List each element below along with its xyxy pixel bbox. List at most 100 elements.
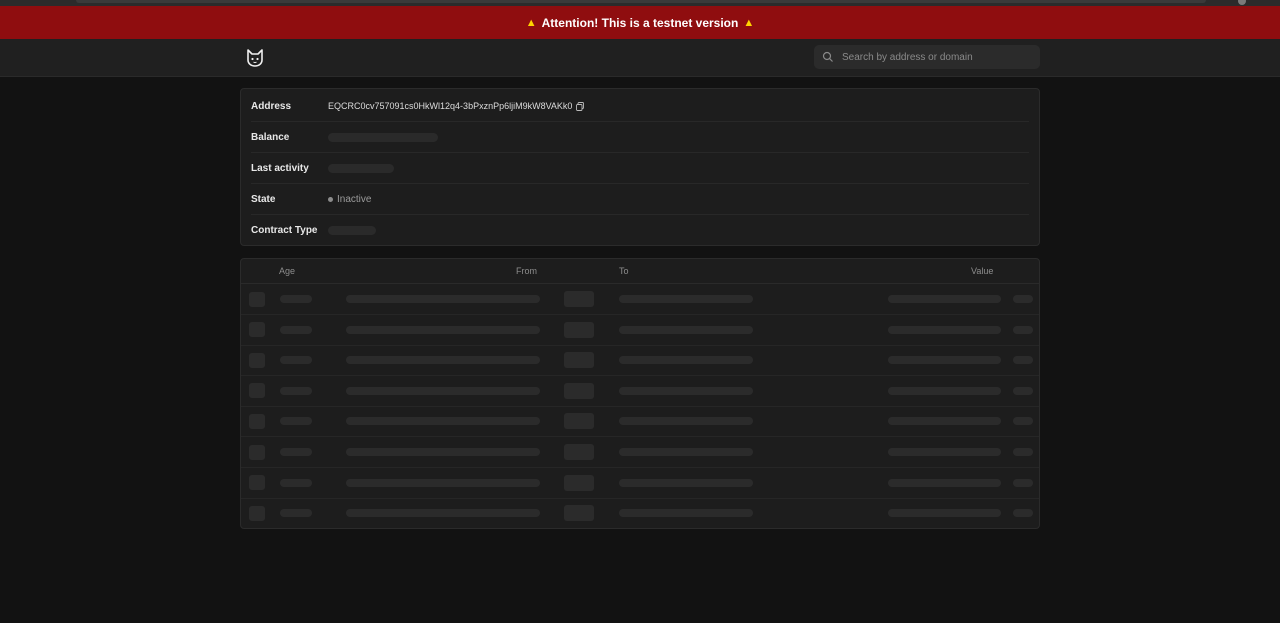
action-skeleton bbox=[1013, 509, 1033, 518]
value-skeleton bbox=[888, 478, 1001, 487]
age-skeleton bbox=[280, 478, 312, 487]
row-icon-skeleton bbox=[249, 475, 265, 491]
direction-badge-skeleton bbox=[564, 505, 594, 522]
browser-extension-icon bbox=[1238, 0, 1246, 5]
balance-loading-skeleton bbox=[328, 132, 438, 142]
action-skeleton bbox=[1013, 478, 1033, 487]
state-label: State bbox=[251, 193, 276, 205]
to-address-skeleton bbox=[619, 478, 753, 487]
age-skeleton bbox=[280, 417, 312, 426]
from-address-skeleton bbox=[346, 295, 540, 303]
last-activity-loading-skeleton bbox=[328, 163, 394, 173]
address-label: Address bbox=[251, 100, 292, 112]
row-icon-skeleton bbox=[249, 505, 265, 521]
to-address-skeleton bbox=[619, 325, 753, 334]
age-skeleton bbox=[280, 325, 312, 334]
search-box[interactable] bbox=[814, 45, 1040, 69]
from-address-skeleton bbox=[346, 478, 540, 487]
from-address-skeleton bbox=[346, 386, 540, 395]
value-skeleton bbox=[888, 448, 1001, 456]
table-row bbox=[241, 376, 1039, 407]
row-icon-skeleton bbox=[249, 413, 265, 429]
table-row bbox=[241, 315, 1039, 346]
warning-icon: ▲ bbox=[743, 16, 755, 29]
search-input[interactable] bbox=[840, 50, 1034, 64]
age-skeleton bbox=[280, 295, 312, 303]
value-skeleton bbox=[888, 295, 1001, 303]
state-indicator-dot bbox=[328, 196, 333, 202]
direction-badge-skeleton bbox=[564, 444, 594, 460]
action-skeleton bbox=[1013, 386, 1033, 395]
last-activity-label: Last activity bbox=[251, 162, 309, 174]
row-icon-skeleton bbox=[249, 291, 265, 307]
browser-address-bar bbox=[76, 0, 1206, 3]
column-header-age: Age bbox=[279, 266, 296, 276]
direction-badge-skeleton bbox=[564, 352, 594, 369]
action-skeleton bbox=[1013, 356, 1033, 365]
state-value: Inactive bbox=[337, 193, 372, 205]
table-row bbox=[241, 345, 1039, 377]
column-header-value: Value bbox=[971, 266, 994, 276]
warning-icon: ▲ bbox=[525, 16, 537, 29]
to-address-skeleton bbox=[619, 509, 753, 518]
value-skeleton bbox=[888, 325, 1001, 334]
banner-text: Attention! This is a testnet version bbox=[541, 15, 739, 30]
from-address-skeleton bbox=[346, 448, 540, 456]
table-row bbox=[241, 284, 1039, 315]
address-row: Address EQCRC0cv757091cs0HkWl12q4-3bPxzn… bbox=[251, 91, 1029, 122]
age-skeleton bbox=[280, 509, 312, 518]
balance-row: Balance bbox=[251, 122, 1029, 153]
row-icon-skeleton bbox=[249, 383, 265, 399]
direction-badge-skeleton bbox=[564, 474, 594, 491]
action-skeleton bbox=[1013, 295, 1033, 303]
value-skeleton bbox=[888, 509, 1001, 518]
from-address-skeleton bbox=[346, 509, 540, 518]
direction-badge-skeleton bbox=[564, 291, 594, 307]
column-header-to: To bbox=[619, 266, 629, 276]
account-info-card: Address EQCRC0cv757091cs0HkWl12q4-3bPxzn… bbox=[240, 88, 1040, 246]
row-icon-skeleton bbox=[249, 322, 265, 338]
table-row bbox=[241, 437, 1039, 468]
to-address-skeleton bbox=[619, 417, 753, 426]
table-row bbox=[241, 468, 1039, 499]
last-activity-row: Last activity bbox=[251, 153, 1029, 184]
to-address-skeleton bbox=[619, 356, 753, 365]
table-row bbox=[241, 406, 1039, 438]
row-icon-skeleton bbox=[249, 444, 265, 460]
state-value-wrap: Inactive bbox=[328, 194, 371, 205]
age-skeleton bbox=[280, 448, 312, 456]
contract-type-label: Contract Type bbox=[251, 224, 318, 236]
transactions-table: Age From To Value bbox=[240, 258, 1040, 529]
state-row: State Inactive bbox=[251, 184, 1029, 215]
row-icon-skeleton bbox=[249, 352, 265, 368]
column-header-from: From bbox=[516, 266, 537, 276]
from-address-skeleton bbox=[346, 356, 540, 365]
search-icon bbox=[822, 51, 833, 62]
to-address-skeleton bbox=[619, 386, 753, 395]
table-row bbox=[241, 498, 1039, 528]
action-skeleton bbox=[1013, 325, 1033, 334]
from-address-skeleton bbox=[346, 417, 540, 426]
to-address-skeleton bbox=[619, 295, 753, 303]
copy-icon[interactable] bbox=[576, 101, 585, 111]
contract-type-row: Contract Type bbox=[251, 215, 1029, 245]
age-skeleton bbox=[280, 356, 312, 365]
top-header bbox=[0, 39, 1280, 77]
value-skeleton bbox=[888, 417, 1001, 426]
cat-logo-icon[interactable] bbox=[246, 49, 264, 67]
address-value[interactable]: EQCRC0cv757091cs0HkWl12q4-3bPxznPp6ljiM9… bbox=[328, 101, 572, 111]
testnet-warning-banner: ▲ Attention! This is a testnet version ▲ bbox=[0, 6, 1280, 39]
contract-type-loading-skeleton bbox=[328, 225, 376, 235]
address-value-wrap: EQCRC0cv757091cs0HkWl12q4-3bPxznPp6ljiM9… bbox=[328, 101, 585, 111]
action-skeleton bbox=[1013, 417, 1033, 426]
value-skeleton bbox=[888, 356, 1001, 365]
age-skeleton bbox=[280, 386, 312, 395]
value-skeleton bbox=[888, 386, 1001, 395]
balance-label: Balance bbox=[251, 131, 290, 143]
direction-badge-skeleton bbox=[564, 413, 594, 430]
direction-badge-skeleton bbox=[564, 321, 594, 338]
direction-badge-skeleton bbox=[564, 382, 594, 399]
to-address-skeleton bbox=[619, 448, 753, 456]
transactions-table-header: Age From To Value bbox=[241, 259, 1039, 284]
from-address-skeleton bbox=[346, 325, 540, 334]
